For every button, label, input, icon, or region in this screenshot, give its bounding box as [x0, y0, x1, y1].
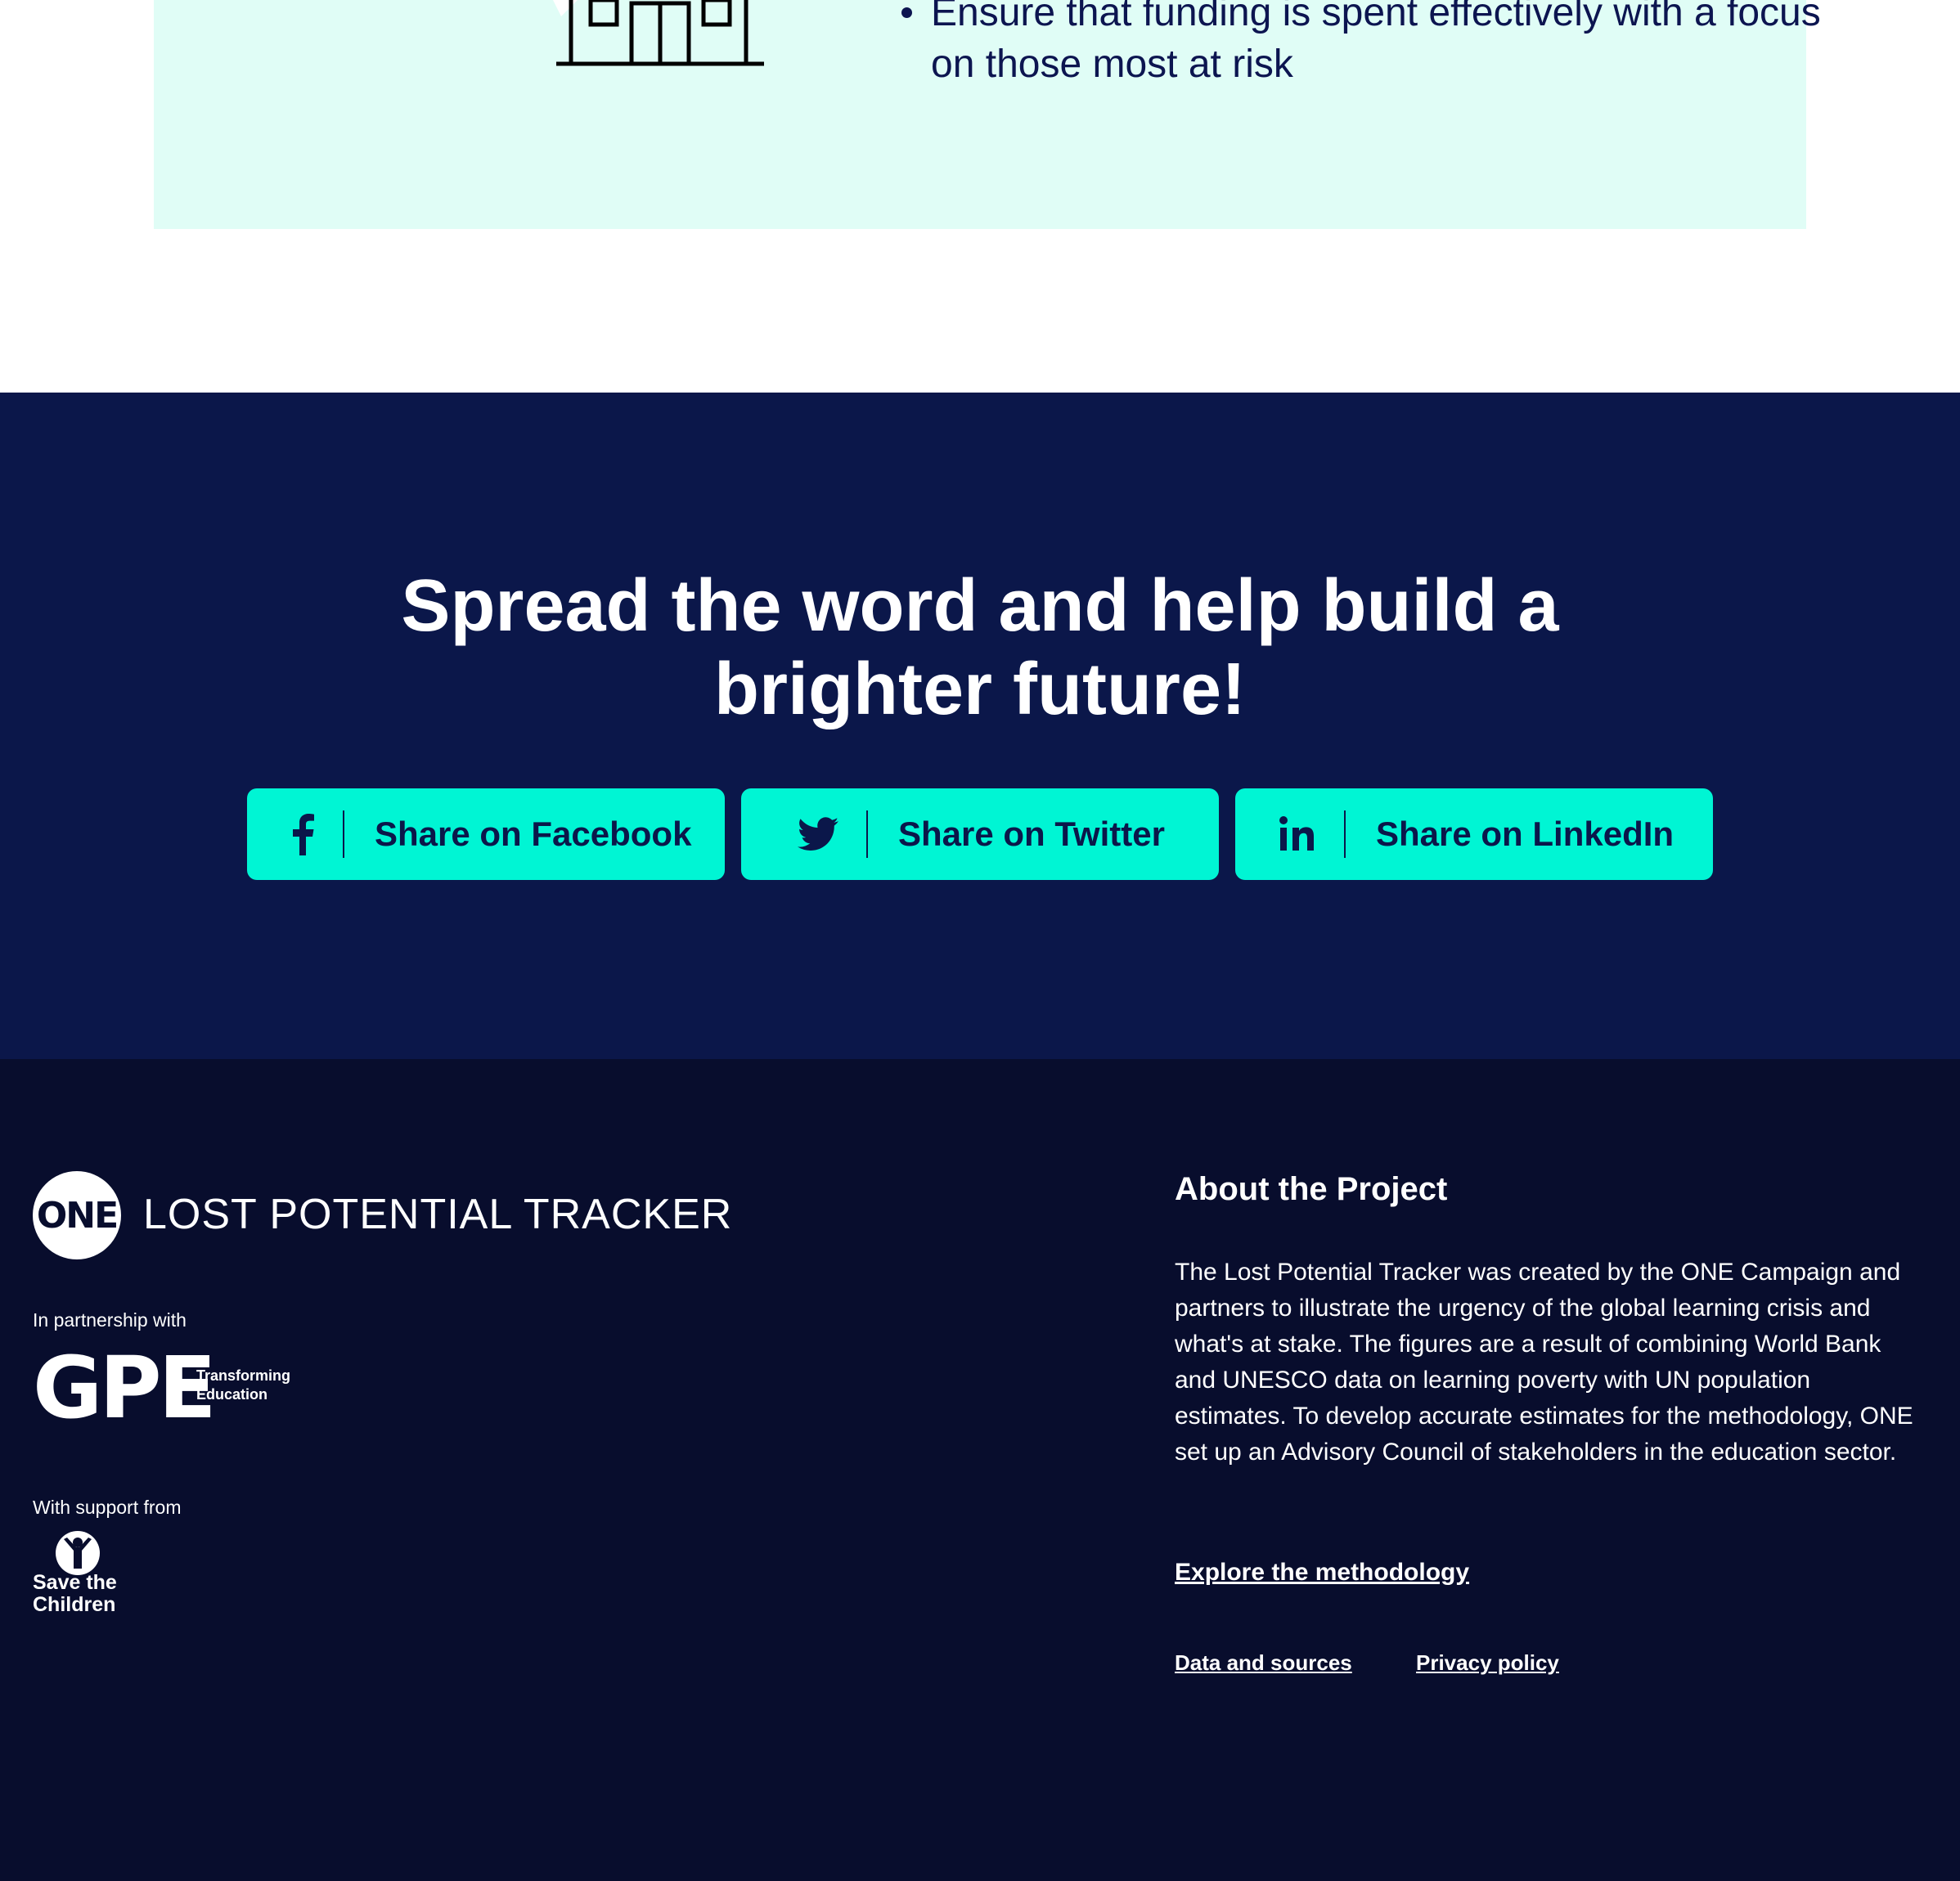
list-item: Ensure that funding is spent effectively…: [900, 0, 1832, 90]
button-divider: [1344, 810, 1346, 858]
share-section: Spread the word and help build a brighte…: [0, 393, 1960, 1059]
button-divider: [343, 810, 344, 858]
share-facebook-label: Share on Facebook: [375, 815, 692, 853]
recommendation-card: Ensure that funding is spent effectively…: [154, 0, 1821, 229]
data-sources-link[interactable]: Data and sources: [1175, 1650, 1352, 1675]
stc-line2: Children: [33, 1593, 116, 1616]
one-logo[interactable]: ONE: [33, 1171, 121, 1259]
share-twitter-label: Share on Twitter: [898, 815, 1165, 853]
child-figure-icon: [56, 1531, 100, 1575]
about-text: The Lost Potential Tracker was created b…: [1175, 1259, 1913, 1466]
share-heading: Spread the word and help build a brighte…: [0, 564, 1960, 731]
share-linkedin-label: Share on LinkedIn: [1376, 815, 1675, 853]
share-twitter-button[interactable]: Share on Twitter: [741, 788, 1219, 880]
explore-methodology-link[interactable]: Explore the methodology: [1175, 1558, 1469, 1587]
twitter-icon: [795, 788, 841, 880]
gpe-tagline: Transforming Education: [196, 1367, 290, 1404]
save-the-children-text: Save the Children: [33, 1572, 117, 1616]
site-title[interactable]: LOST POTENTIAL TRACKER: [143, 1190, 732, 1239]
stc-line1: Save the: [33, 1571, 117, 1594]
site-footer: ONE LOST POTENTIAL TRACKER In partnershi…: [0, 1059, 1960, 1881]
share-linkedin-button[interactable]: Share on LinkedIn: [1235, 788, 1713, 880]
share-facebook-button[interactable]: Share on Facebook: [247, 788, 725, 880]
recommendation-list: Ensure that funding is spent effectively…: [900, 0, 1832, 90]
facebook-icon: [283, 788, 322, 880]
share-heading-line2: brighter future!: [714, 649, 1246, 730]
gpe-logo-letters: GPE: [33, 1338, 217, 1438]
gpe-tagline-line2: Education: [196, 1386, 268, 1403]
share-heading-line1: Spread the word and help build a: [401, 565, 1559, 647]
linkedin-icon: [1276, 788, 1320, 880]
privacy-policy-link[interactable]: Privacy policy: [1416, 1650, 1559, 1675]
about-title: About the Project: [1175, 1171, 1448, 1207]
button-divider: [866, 810, 868, 858]
support-label: With support from: [33, 1497, 182, 1518]
partner-label: In partnership with: [33, 1309, 187, 1331]
gpe-tagline-line1: Transforming: [196, 1367, 291, 1384]
school-building-icon: [553, 0, 764, 66]
